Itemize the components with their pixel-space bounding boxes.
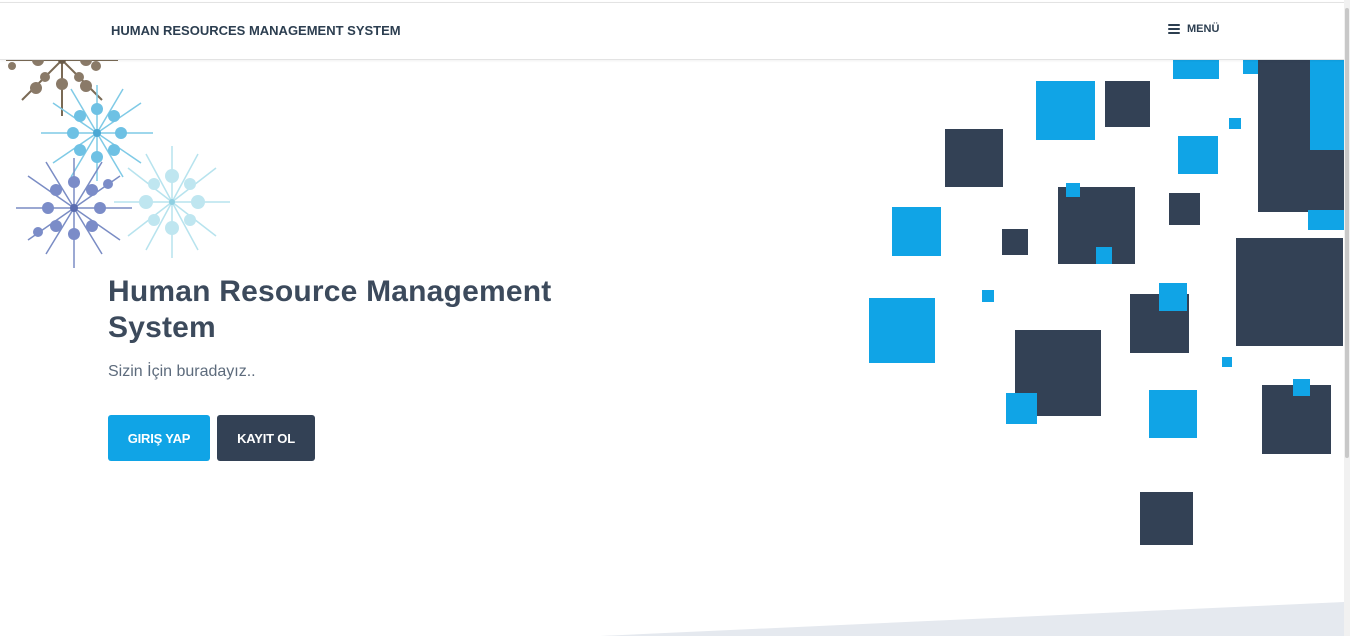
hero-section: Human Resource Management System Sizin İ… [108, 274, 628, 461]
hero-subtitle: Sizin İçin buradayız.. [108, 363, 256, 380]
brand-link[interactable]: HUMAN RESOURCES MANAGEMENT SYSTEM [111, 23, 401, 38]
scrollbar-track[interactable] [1344, 0, 1350, 636]
mosaic-square [1149, 390, 1197, 438]
bottom-wave-decoration [600, 602, 1344, 636]
menu-label: MENÜ [1187, 23, 1220, 35]
mosaic-square [869, 298, 935, 363]
mosaic-square [1140, 492, 1193, 545]
mosaic-square [1159, 283, 1187, 311]
mosaic-square [1229, 118, 1241, 129]
navbar: HUMAN RESOURCES MANAGEMENT SYSTEM MENÜ [0, 2, 1344, 60]
page: HUMAN RESOURCES MANAGEMENT SYSTEM MENÜ H… [0, 0, 1344, 636]
mosaic-square [1308, 210, 1344, 230]
mosaic-square [892, 207, 941, 256]
mosaic-square [1006, 393, 1037, 424]
login-button[interactable]: GIRIŞ YAP [108, 415, 210, 461]
mosaic-square [1222, 357, 1232, 367]
mosaic-square [1096, 247, 1112, 264]
mosaic-square [945, 129, 1003, 187]
square-mosaic-decoration [860, 60, 1344, 560]
mosaic-square [982, 290, 994, 302]
hero-title: Human Resource Management System [108, 275, 552, 344]
mosaic-square [1105, 81, 1150, 127]
hamburger-icon [1168, 24, 1180, 34]
snowflake-decoration [6, 40, 230, 268]
hero-buttons: GIRIŞ YAP KAYIT OL [108, 415, 315, 461]
mosaic-square [1002, 229, 1028, 255]
menu-button[interactable]: MENÜ [1168, 23, 1219, 35]
mosaic-square [1169, 193, 1200, 225]
register-button[interactable]: KAYIT OL [217, 415, 315, 461]
mosaic-square [1066, 183, 1080, 197]
mosaic-square [1293, 379, 1310, 396]
mosaic-square [1036, 81, 1095, 140]
mosaic-square [1236, 238, 1343, 346]
scrollbar-thumb[interactable] [1345, 8, 1349, 458]
mosaic-square [1310, 60, 1344, 150]
mosaic-square [1173, 60, 1219, 79]
mosaic-square [1178, 136, 1218, 174]
